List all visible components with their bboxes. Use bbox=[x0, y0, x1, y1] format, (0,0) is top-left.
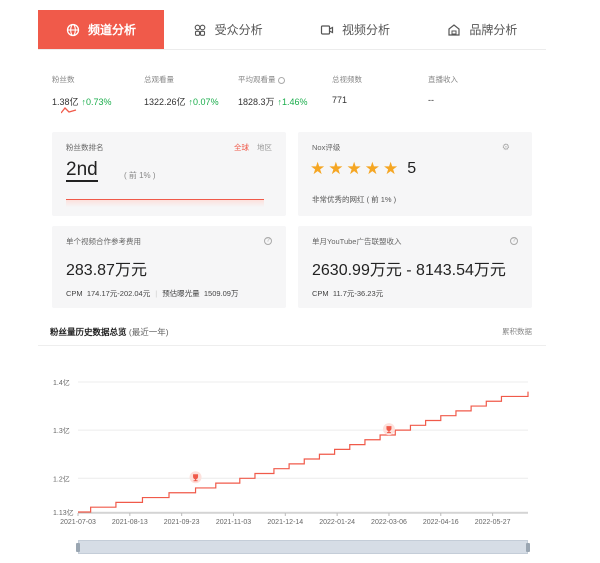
y-tick-label: 1.2亿 bbox=[53, 474, 70, 483]
subscriber-series-line bbox=[78, 391, 529, 513]
x-tick-label: 2021-11-03 bbox=[216, 519, 251, 526]
subscriber-history-chart: 1.13亿 1.2亿 1.3亿 1.4亿 2021-07-03 2021-08-13 202… bbox=[53, 378, 529, 526]
range-handle-left[interactable] bbox=[76, 543, 80, 552]
x-tick-label: 2021-09-23 bbox=[164, 519, 200, 526]
range-slider[interactable] bbox=[78, 540, 528, 554]
x-tick-label: 2021-07-03 bbox=[60, 519, 96, 526]
x-tick-label: 2022-03-06 bbox=[371, 519, 407, 526]
x-tick-label: 2021-12-14 bbox=[267, 519, 303, 526]
x-tick-label: 2022-04-16 bbox=[423, 519, 459, 526]
x-tick-label: 2022-01-24 bbox=[319, 519, 355, 526]
x-tick-label: 2022-05-27 bbox=[475, 519, 511, 526]
range-handle-right[interactable] bbox=[526, 543, 530, 552]
y-tick-label: 1.4亿 bbox=[53, 378, 70, 387]
y-tick-label: 1.3亿 bbox=[53, 426, 70, 435]
x-tick-label: 2021-08-13 bbox=[112, 519, 148, 526]
y-tick-label: 1.13亿 bbox=[53, 508, 74, 517]
